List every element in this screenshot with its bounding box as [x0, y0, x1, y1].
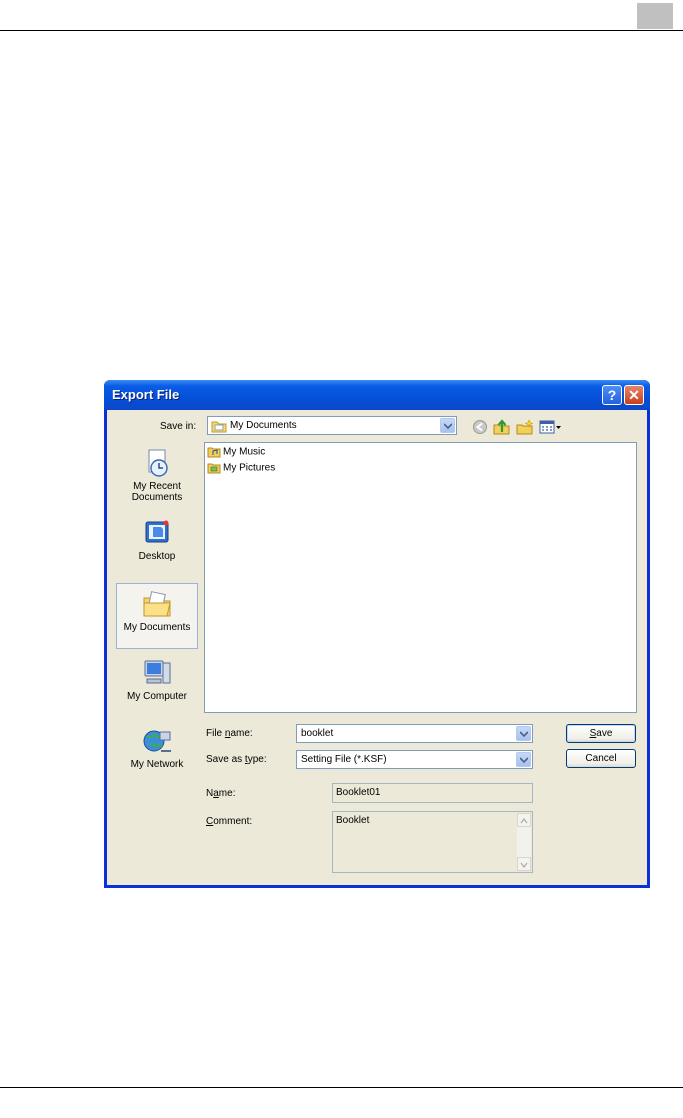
- place-my-computer[interactable]: My Computer: [116, 657, 198, 702]
- place-my-recent-documents[interactable]: My Recent Documents: [116, 447, 198, 503]
- save-in-value: My Documents: [230, 420, 297, 431]
- file-list[interactable]: My Music My Pictures: [204, 442, 637, 713]
- new-folder-icon[interactable]: [516, 419, 534, 435]
- pictures-folder-icon: [207, 463, 221, 474]
- close-button[interactable]: ✕: [624, 385, 644, 405]
- my-documents-small-icon: [211, 421, 227, 433]
- help-button[interactable]: ?: [602, 385, 622, 405]
- back-icon[interactable]: [471, 419, 489, 435]
- save-as-type-select[interactable]: Setting File (*.KSF): [296, 750, 533, 769]
- my-computer-icon: [144, 660, 171, 684]
- my-network-icon: [143, 730, 171, 752]
- music-folder-icon: [207, 447, 221, 458]
- scroll-down-button[interactable]: [517, 857, 531, 871]
- name-value: Booklet01: [336, 787, 381, 798]
- file-name-my-pictures: My Pictures: [223, 462, 276, 474]
- place-recent-line1: My Recent: [133, 481, 181, 492]
- save-as-type-label: Save as type:: [206, 754, 267, 765]
- chevron-down-icon: [520, 862, 528, 869]
- my-documents-icon: [143, 591, 171, 617]
- place-my-network-label: My Network: [130, 759, 184, 770]
- save-in-dropdown-arrow[interactable]: [440, 418, 455, 433]
- list-item[interactable]: My Pictures: [207, 462, 275, 474]
- chevron-down-icon: [444, 423, 452, 429]
- file-name-input[interactable]: booklet: [296, 724, 533, 743]
- place-desktop[interactable]: Desktop: [116, 517, 198, 562]
- file-name-my-music: My Music: [223, 446, 266, 458]
- export-file-dialog: Export File ? ✕ Save in: My Documents My…: [104, 380, 650, 888]
- save-in-combo[interactable]: My Documents: [207, 416, 457, 435]
- comment-label: Comment:: [206, 816, 253, 827]
- place-recent-line2: Documents: [131, 492, 183, 503]
- comment-field[interactable]: Booklet: [332, 811, 533, 873]
- views-menu-icon[interactable]: [539, 419, 563, 435]
- place-my-documents[interactable]: My Documents: [116, 583, 198, 649]
- up-folder-icon[interactable]: [493, 419, 511, 435]
- chevron-down-icon: [520, 731, 528, 737]
- file-name-label: File name:: [206, 728, 253, 739]
- page-header-rule: [0, 30, 683, 31]
- save-button[interactable]: Save: [566, 724, 636, 743]
- place-desktop-label: Desktop: [138, 551, 176, 562]
- places-bar: My Recent Documents Desktop My Documents…: [116, 443, 198, 879]
- comment-value: Booklet: [336, 815, 370, 826]
- scroll-up-button[interactable]: [517, 813, 531, 827]
- desktop-icon: [145, 520, 169, 543]
- file-name-dropdown-arrow[interactable]: [516, 726, 531, 741]
- dialog-title: Export File: [112, 387, 180, 402]
- comment-scrollbar[interactable]: [517, 813, 531, 871]
- list-item[interactable]: My Music: [207, 446, 265, 458]
- chevron-up-icon: [520, 817, 528, 824]
- save-as-type-dropdown-arrow[interactable]: [516, 752, 531, 767]
- page-tab-marker: [637, 3, 673, 29]
- place-my-network[interactable]: My Network: [116, 725, 198, 770]
- place-my-computer-label: My Computer: [126, 691, 187, 702]
- save-as-type-value: Setting File (*.KSF): [301, 754, 387, 765]
- dialog-client-area: Save in: My Documents My Recent Document…: [107, 410, 647, 885]
- recent-documents-icon: [148, 449, 168, 477]
- chevron-down-icon: [520, 757, 528, 763]
- place-my-documents-label: My Documents: [123, 622, 191, 633]
- name-field[interactable]: Booklet01: [332, 783, 533, 803]
- save-in-label: Save in:: [160, 421, 197, 432]
- dialog-titlebar: Export File ? ✕: [104, 380, 650, 410]
- page-footer-rule: [0, 1087, 683, 1088]
- file-name-value: booklet: [301, 728, 334, 739]
- cancel-button[interactable]: Cancel: [566, 749, 636, 768]
- name-label: Name:: [206, 788, 236, 799]
